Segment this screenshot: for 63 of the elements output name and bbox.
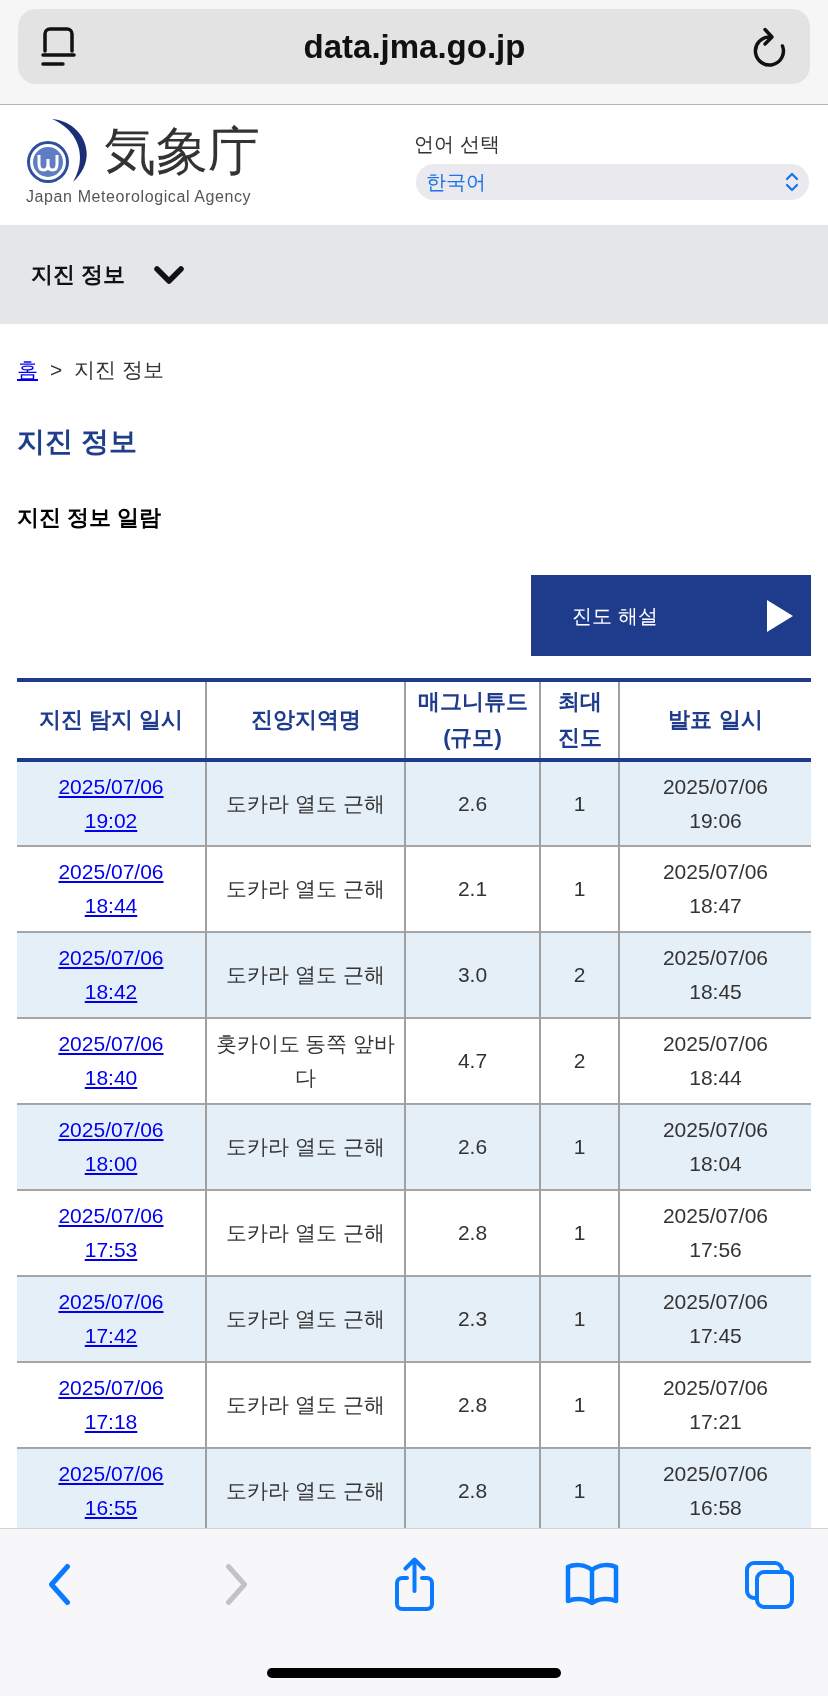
table-cell: 2025/07/06 17:56 xyxy=(619,1190,811,1276)
table-cell: 홋카이도 동쪽 앞바다 xyxy=(206,1018,405,1104)
table-cell: 2 xyxy=(540,1018,619,1104)
table-cell: 도카라 열도 근해 xyxy=(206,846,405,932)
breadcrumb-separator: > xyxy=(50,357,63,384)
date-time-link[interactable]: 2025/07/06 17:42 xyxy=(58,1285,164,1353)
table-cell: 2 xyxy=(540,932,619,1018)
date-time-link[interactable]: 2025/07/06 18:40 xyxy=(58,1027,164,1095)
table-cell: 2.6 xyxy=(405,760,540,846)
table-cell: 2.3 xyxy=(405,1276,540,1362)
date-time-link[interactable]: 2025/07/06 19:02 xyxy=(58,769,164,838)
language-select[interactable]: 한국어 xyxy=(416,164,809,200)
date-time-link[interactable]: 2025/07/06 18:00 xyxy=(58,1113,164,1181)
table-cell: 1 xyxy=(540,1276,619,1362)
table-cell: 1 xyxy=(540,846,619,932)
up-down-chevron-icon xyxy=(785,171,799,193)
explanation-button[interactable]: 진도 해설 xyxy=(531,575,811,656)
table-cell: 1 xyxy=(540,1190,619,1276)
table-cell: 도카라 열도 근해 xyxy=(206,1276,405,1362)
column-header: 지진 탐지 일시 xyxy=(17,680,206,760)
page-title: 지진 정보 xyxy=(17,425,137,459)
table-cell: 2025/07/06 18:04 xyxy=(619,1104,811,1190)
table-cell: 2.6 xyxy=(405,1104,540,1190)
table-cell: 2025/07/06 18:45 xyxy=(619,932,811,1018)
column-header: 발표 일시 xyxy=(619,680,811,760)
date-time-link[interactable]: 2025/07/06 17:18 xyxy=(58,1371,164,1439)
table-cell: 2025/07/06 18:44 xyxy=(619,1018,811,1104)
table-cell: 2025/07/06 17:45 xyxy=(619,1276,811,1362)
table-cell: 2.8 xyxy=(405,1362,540,1448)
table-cell: 도카라 열도 근해 xyxy=(206,1190,405,1276)
table-cell: 1 xyxy=(540,1104,619,1190)
column-header: 최대 진도 xyxy=(540,680,619,760)
date-time-link[interactable]: 2025/07/06 18:44 xyxy=(58,855,164,923)
nav-menu-button[interactable]: 지진 정보 xyxy=(31,258,186,291)
table-cell: 2025/07/06 18:47 xyxy=(619,846,811,932)
column-header: 매그니튜드 (규모) xyxy=(405,680,540,760)
date-time-link[interactable]: 2025/07/06 17:53 xyxy=(58,1199,164,1267)
url-text: data.jma.go.jp xyxy=(303,26,526,67)
table-cell: 3.0 xyxy=(405,932,540,1018)
table-cell: 2.8 xyxy=(405,1190,540,1276)
agency-english-name: Japan Meteorological Agency xyxy=(26,187,252,207)
table-cell: 도카라 열도 근해 xyxy=(206,1362,405,1448)
table-cell: 도카라 열도 근해 xyxy=(206,1104,405,1190)
language-label: 언어 선택 xyxy=(414,132,500,157)
table-cell: 2025/07/06 17:21 xyxy=(619,1362,811,1448)
breadcrumb-link[interactable]: 홈 xyxy=(17,354,38,386)
address-bar[interactable]: data.jma.go.jp xyxy=(18,9,810,84)
agency-name: 気象庁 xyxy=(104,122,260,180)
table-cell: 2025/07/06 19:06 xyxy=(619,760,811,846)
table-cell: 2.1 xyxy=(405,846,540,932)
column-header: 진앙지역명 xyxy=(206,680,405,760)
play-icon xyxy=(767,599,793,632)
section-heading: 지진 정보 일람 xyxy=(17,504,162,532)
date-time-link[interactable]: 2025/07/06 18:42 xyxy=(58,941,164,1009)
breadcrumb-current: 지진 정보 xyxy=(74,357,165,384)
page-menu-icon[interactable] xyxy=(41,26,76,67)
table-cell: 도카라 열도 근해 xyxy=(206,760,405,846)
table-cell: 도카라 열도 근해 xyxy=(206,932,405,1018)
date-time-link[interactable]: 2025/07/06 16:55 xyxy=(58,1457,164,1525)
table-cell: 1 xyxy=(540,1362,619,1448)
table-cell: 4.7 xyxy=(405,1018,540,1104)
table-cell: 1 xyxy=(540,760,619,846)
reload-icon[interactable] xyxy=(753,25,786,68)
